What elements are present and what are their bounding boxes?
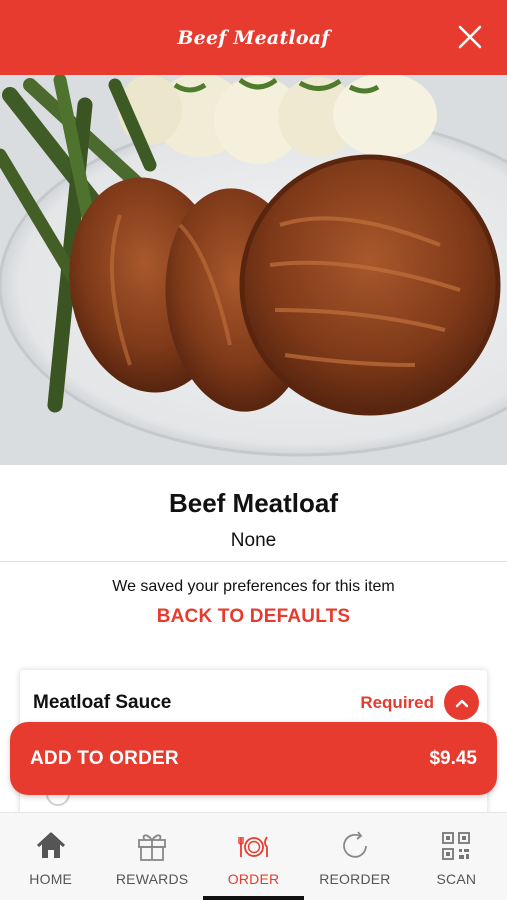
close-icon[interactable] <box>457 24 483 50</box>
tab-reorder[interactable]: REORDER <box>304 813 405 900</box>
chevron-up-icon <box>455 699 468 707</box>
tab-label: HOME <box>29 871 73 887</box>
active-tab-indicator <box>202 896 305 900</box>
back-to-defaults-link[interactable]: BACK TO DEFAULTS <box>0 606 507 628</box>
tab-label: REORDER <box>319 871 391 887</box>
header-title: Beef Meatloaf <box>177 26 330 49</box>
item-name: Beef Meatloaf <box>168 488 339 518</box>
item-photo <box>0 75 507 465</box>
modifier-title: Meatloaf Sauce <box>33 692 172 713</box>
add-to-order-button[interactable]: ADD TO ORDER $9.45 <box>10 722 497 795</box>
tab-label: SCAN <box>436 871 477 887</box>
tab-order[interactable]: ORDER <box>202 813 305 900</box>
refresh-icon <box>343 831 367 858</box>
home-icon <box>36 832 65 858</box>
add-to-order-label: ADD TO ORDER <box>30 747 179 769</box>
order-price: $9.45 <box>429 747 477 769</box>
tab-rewards[interactable]: REWARDS <box>101 813 202 900</box>
tab-label: REWARDS <box>115 871 189 887</box>
divider <box>0 561 507 562</box>
bottom-tab-bar: HOME REWARDS ORDER REORDER SCAN <box>0 812 507 900</box>
tab-home[interactable]: HOME <box>0 813 101 900</box>
plate-utensils-icon <box>237 836 268 857</box>
collapse-modifier-button[interactable] <box>444 685 479 720</box>
top-header: Beef Meatloaf <box>0 0 507 75</box>
saved-preferences-text: We saved your preferences for this item <box>112 578 395 595</box>
meatloaf-plate-image <box>0 75 507 465</box>
gift-icon <box>138 834 167 861</box>
tab-scan[interactable]: SCAN <box>406 813 507 900</box>
item-subtitle: None <box>230 530 277 551</box>
required-badge: Required <box>360 693 434 712</box>
tab-label: ORDER <box>227 871 280 887</box>
qr-code-icon <box>442 832 471 860</box>
